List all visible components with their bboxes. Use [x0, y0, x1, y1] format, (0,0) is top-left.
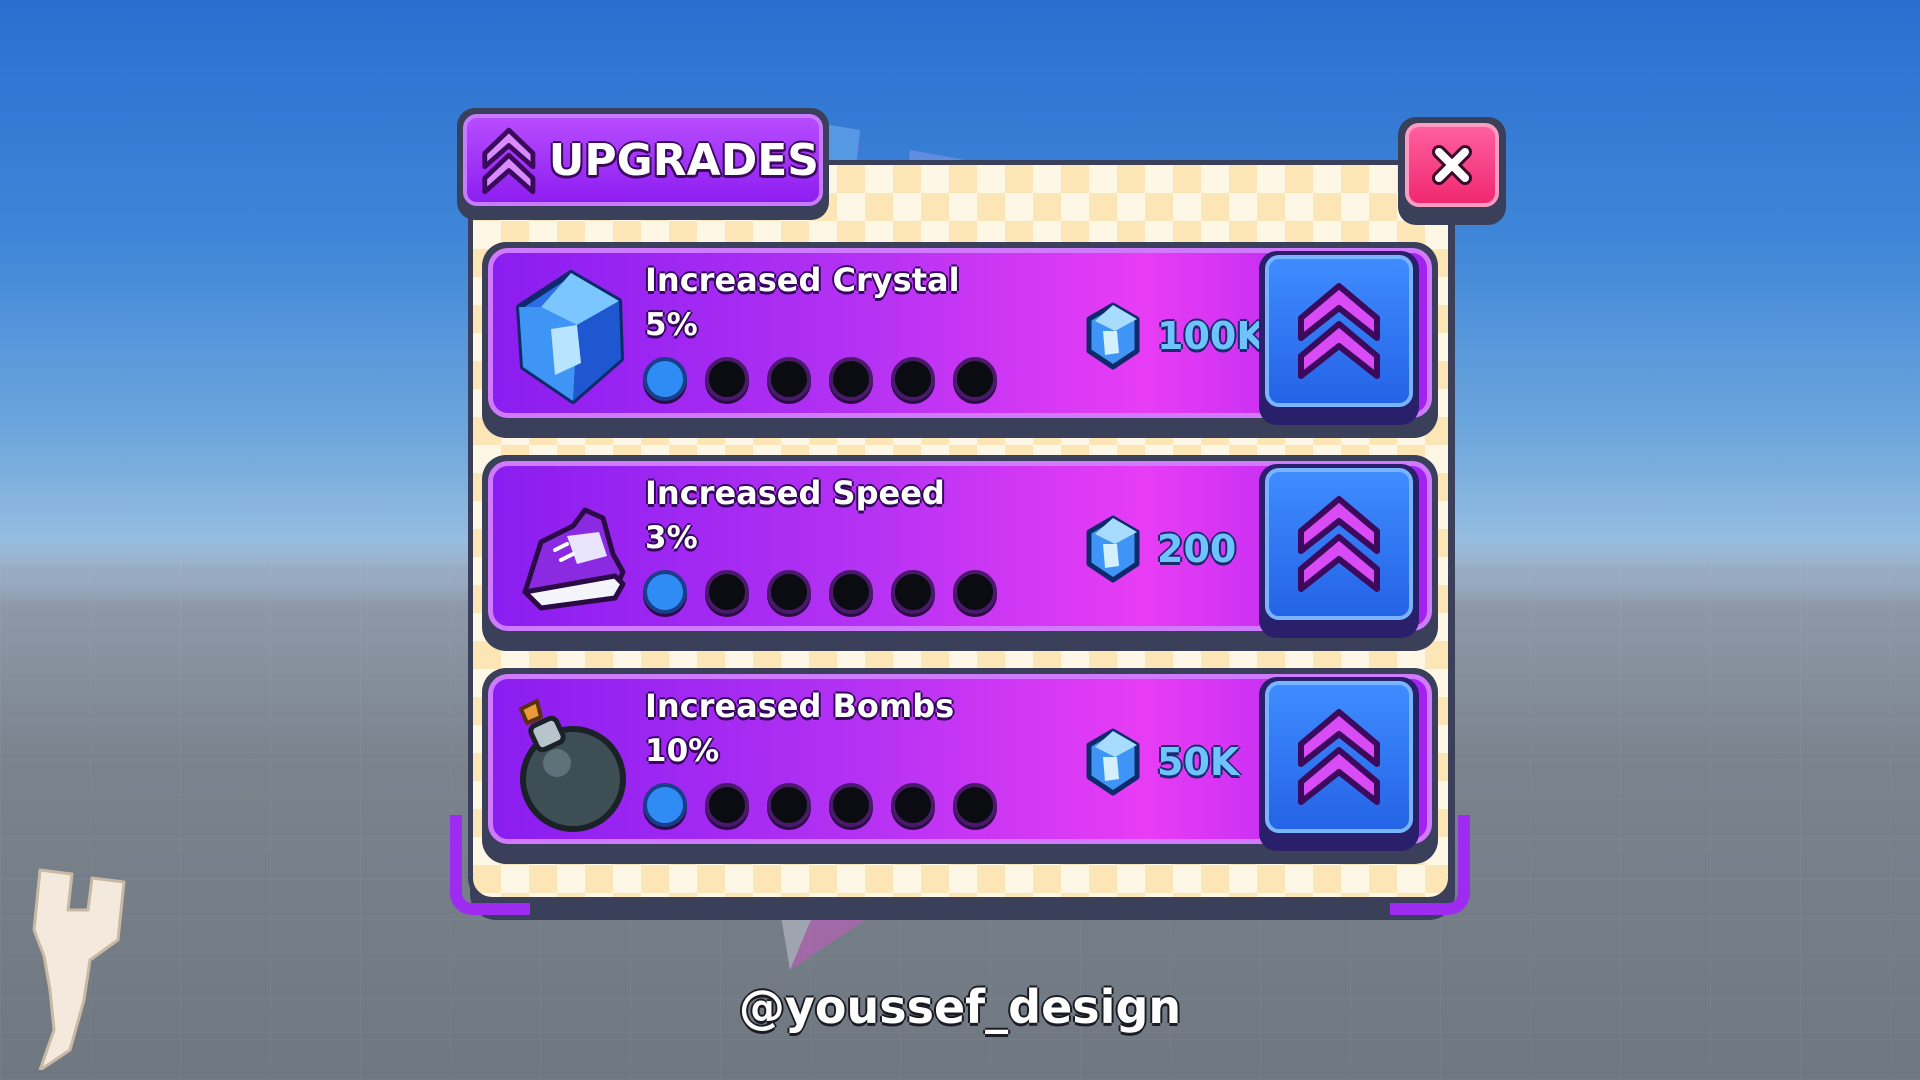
upgrade-cost: 200: [1083, 514, 1236, 584]
panel-title: UPGRADES: [548, 134, 819, 186]
bomb-icon: [519, 699, 626, 832]
level-dots: [643, 357, 997, 401]
upgrade-buy-button[interactable]: [1259, 251, 1419, 425]
upgrade-title: Increased Crystal: [645, 261, 960, 299]
upgrade-buy-button-face[interactable]: [1265, 681, 1413, 833]
level-dot-empty: [705, 570, 749, 614]
upgrade-card-body: Increased Bombs 10% 50K: [488, 674, 1432, 851]
level-dot-filled: [643, 783, 687, 827]
upgrade-buy-button[interactable]: [1259, 677, 1419, 851]
level-dot-empty: [829, 570, 873, 614]
level-dot-empty: [891, 357, 935, 401]
upgrade-percent: 5%: [645, 307, 698, 343]
level-dot-filled: [643, 357, 687, 401]
level-dot-empty: [953, 570, 997, 614]
double-chevron-up-icon[interactable]: [1293, 276, 1385, 386]
level-dot-empty: [767, 570, 811, 614]
level-dots: [643, 783, 997, 827]
level-dot-empty: [767, 783, 811, 827]
upgrade-card-crystal: Increased Crystal 5% 100K: [482, 242, 1438, 438]
upgrade-percent: 10%: [645, 733, 720, 769]
upgrade-card-body: Increased Speed 3% 200: [488, 461, 1432, 638]
upgrade-card-bombs: Increased Bombs 10% 50K: [482, 668, 1438, 864]
upgrade-title: Increased Speed: [645, 474, 945, 512]
level-dot-empty: [829, 357, 873, 401]
level-dot-empty: [891, 783, 935, 827]
shoe-icon: [522, 507, 626, 611]
level-dots: [643, 570, 997, 614]
close-button-face[interactable]: [1405, 123, 1499, 207]
upgrade-percent: 3%: [645, 520, 698, 556]
level-dot-empty: [953, 783, 997, 827]
level-dot-empty: [891, 570, 935, 614]
level-dot-empty: [705, 357, 749, 401]
upgrade-card-body: Increased Crystal 5% 100K: [488, 248, 1432, 425]
game-scene: UPGRADES Increased Crystal 5% 100K Incre…: [0, 0, 1920, 1080]
upgrade-buy-button[interactable]: [1259, 464, 1419, 638]
upgrade-cost-value: 50K: [1157, 740, 1240, 784]
crystal-icon: [516, 270, 624, 404]
double-chevron-up-icon: [482, 127, 536, 195]
upgrade-title: Increased Bombs: [645, 687, 955, 725]
gem-icon: [1086, 728, 1140, 796]
title-tab: UPGRADES: [457, 108, 829, 220]
upgrade-buy-button-face[interactable]: [1265, 468, 1413, 620]
close-icon[interactable]: [1429, 142, 1475, 188]
upgrade-card-speed: Increased Speed 3% 200: [482, 455, 1438, 651]
double-chevron-up-icon[interactable]: [1293, 489, 1385, 599]
upgrade-buy-button-face[interactable]: [1265, 255, 1413, 407]
title-tab-inner: UPGRADES: [463, 114, 823, 206]
upgrade-cost-value: 100K: [1157, 314, 1266, 358]
gem-icon: [1086, 515, 1140, 583]
upgrade-cost: 50K: [1083, 727, 1239, 797]
level-dot-empty: [829, 783, 873, 827]
close-button[interactable]: [1398, 117, 1506, 225]
upgrade-cost-value: 200: [1157, 527, 1237, 571]
level-dot-empty: [767, 357, 811, 401]
level-dot-empty: [953, 357, 997, 401]
brush-logo-icon: [32, 868, 126, 1070]
gem-icon: [1086, 302, 1140, 370]
double-chevron-up-icon[interactable]: [1293, 702, 1385, 812]
level-dot-empty: [705, 783, 749, 827]
upgrade-cost: 100K: [1083, 301, 1266, 371]
credit-text: @youssef_design: [738, 980, 1182, 1034]
level-dot-filled: [643, 570, 687, 614]
